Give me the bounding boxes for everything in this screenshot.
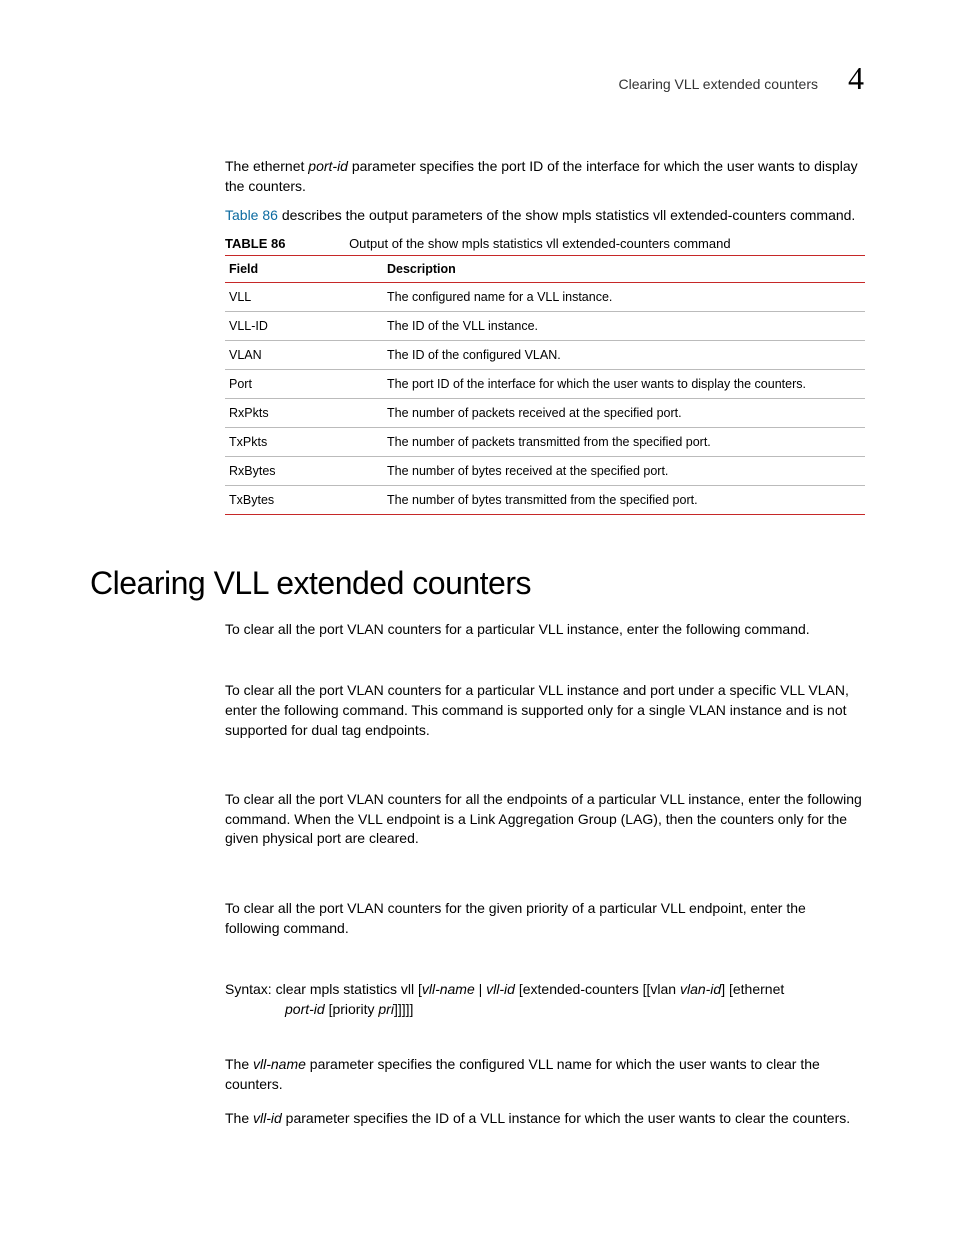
table-label: TABLE 86 <box>225 236 285 251</box>
cell-field: VLL-ID <box>225 311 383 340</box>
table-row: VLLThe configured name for a VLL instanc… <box>225 282 865 311</box>
cell-desc: The ID of the configured VLAN. <box>383 340 865 369</box>
text: ] [ethernet <box>721 981 784 997</box>
chapter-number: 4 <box>848 60 864 97</box>
table-row: TxBytesThe number of bytes transmitted f… <box>225 485 865 514</box>
table-row: VLL-IDThe ID of the VLL instance. <box>225 311 865 340</box>
table-row: VLANThe ID of the configured VLAN. <box>225 340 865 369</box>
output-table: Field Description VLLThe configured name… <box>225 255 865 515</box>
cell-desc: The number of bytes transmitted from the… <box>383 485 865 514</box>
running-title: Clearing VLL extended counters <box>619 76 819 92</box>
param-vll-id: vll-id <box>486 981 515 997</box>
syntax-block: Syntax: clear mpls statistics vll [vll-n… <box>225 980 864 1019</box>
cell-desc: The number of bytes received at the spec… <box>383 456 865 485</box>
cell-desc: The number of packets transmitted from t… <box>383 427 865 456</box>
syntax-label: Syntax: <box>225 981 272 997</box>
text: The ethernet <box>225 158 308 174</box>
param-vll-name: vll-name <box>253 1056 306 1072</box>
table-row: PortThe port ID of the interface for whi… <box>225 369 865 398</box>
table-86: TABLE 86 Output of the show mpls statist… <box>225 236 864 515</box>
cell-field: RxBytes <box>225 456 383 485</box>
section-body: To clear all the port VLAN counters for … <box>225 620 864 938</box>
param-port-id: port-id <box>308 158 348 174</box>
table-link[interactable]: Table 86 <box>225 207 278 223</box>
text: | <box>475 981 486 997</box>
col-field: Field <box>225 255 383 282</box>
para-3: To clear all the port VLAN counters for … <box>225 790 864 849</box>
para-2: To clear all the port VLAN counters for … <box>225 681 864 740</box>
text: [extended-counters [[vlan <box>515 981 680 997</box>
tail-para-2: The vll-id parameter specifies the ID of… <box>225 1109 864 1129</box>
page: Clearing VLL extended counters 4 The eth… <box>0 0 954 1235</box>
tail-para-1: The vll-name parameter specifies the con… <box>225 1055 864 1094</box>
table-row: RxPktsThe number of packets received at … <box>225 398 865 427</box>
param-port-id: port-id <box>285 1001 325 1017</box>
cell-field: VLAN <box>225 340 383 369</box>
param-vll-id: vll-id <box>253 1110 282 1126</box>
intro-para-2: Table 86 describes the output parameters… <box>225 206 864 226</box>
text: The <box>225 1056 253 1072</box>
syntax-command: clear mpls statistics vll [vll-name | vl… <box>276 981 785 997</box>
cell-field: TxPkts <box>225 427 383 456</box>
text: parameter specifies the ID of a VLL inst… <box>282 1110 850 1126</box>
col-description: Description <box>383 255 865 282</box>
cell-desc: The ID of the VLL instance. <box>383 311 865 340</box>
param-pri: pri <box>378 1001 394 1017</box>
cell-field: VLL <box>225 282 383 311</box>
text: ]]]]] <box>394 1001 413 1017</box>
param-vlan-id: vlan-id <box>680 981 721 997</box>
table-row: TxPktsThe number of packets transmitted … <box>225 427 865 456</box>
text: describes the output parameters of the s… <box>278 207 855 223</box>
cell-desc: The configured name for a VLL instance. <box>383 282 865 311</box>
text: clear mpls statistics vll [ <box>276 981 422 997</box>
text: The <box>225 1110 253 1126</box>
cell-field: RxPkts <box>225 398 383 427</box>
running-header: Clearing VLL extended counters 4 <box>90 60 864 97</box>
syntax-line-2: port-id [priority pri]]]]] <box>285 1000 864 1020</box>
intro-block: The ethernet port-id parameter specifies… <box>225 157 864 226</box>
cell-field: TxBytes <box>225 485 383 514</box>
table-row: RxBytesThe number of bytes received at t… <box>225 456 865 485</box>
text: parameter specifies the configured VLL n… <box>225 1056 820 1092</box>
cell-desc: The number of packets received at the sp… <box>383 398 865 427</box>
table-caption: TABLE 86 Output of the show mpls statist… <box>225 236 864 251</box>
para-4: To clear all the port VLAN counters for … <box>225 899 864 938</box>
cell-desc: The port ID of the interface for which t… <box>383 369 865 398</box>
para-1: To clear all the port VLAN counters for … <box>225 620 864 640</box>
table-title: Output of the show mpls statistics vll e… <box>349 236 731 251</box>
section-heading: Clearing VLL extended counters <box>90 565 864 602</box>
cell-field: Port <box>225 369 383 398</box>
table-header-row: Field Description <box>225 255 865 282</box>
param-vll-name: vll-name <box>422 981 475 997</box>
tail-paras: The vll-name parameter specifies the con… <box>225 1055 864 1128</box>
intro-para-1: The ethernet port-id parameter specifies… <box>225 157 864 196</box>
text: [priority <box>325 1001 379 1017</box>
